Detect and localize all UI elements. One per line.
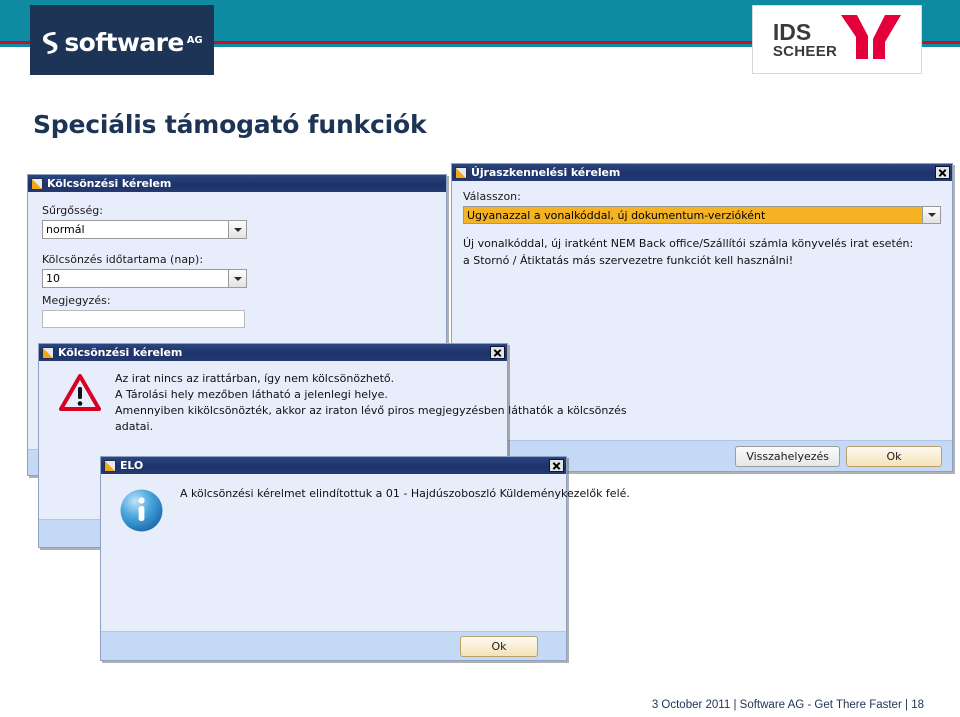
dialog-body: A kölcsönzési kérelmet elindítottuk a 01… xyxy=(101,474,630,545)
screenshot-stage: Kölcsönzési kérelem Sűrgősség: normál Kö… xyxy=(0,155,960,675)
duration-combobox[interactable]: 10 xyxy=(42,269,247,288)
chevron-down-icon xyxy=(233,276,242,281)
urgency-value[interactable]: normál xyxy=(42,220,228,239)
ids-scheer-line1: IDS xyxy=(772,18,812,45)
window-folder-icon xyxy=(455,166,467,179)
dialog-titlebar[interactable]: Kölcsönzési kérelem xyxy=(39,344,507,361)
footer-tagline: Software AG - Get There Faster xyxy=(739,699,902,711)
dialog-titlebar[interactable]: Kölcsönzési kérelem xyxy=(28,175,446,192)
dialog-title-text: Kölcsönzési kérelem xyxy=(58,346,183,359)
rescan-hint-line2: a Stornó / Átiktatás más szervezetre fun… xyxy=(463,253,794,267)
close-icon[interactable] xyxy=(935,166,950,179)
info-circle-icon xyxy=(119,488,164,533)
rescan-choice-value[interactable]: Ugyanazzal a vonalkóddal, új dokumentum-… xyxy=(463,206,922,224)
software-ag-wordmark: software xyxy=(64,28,184,57)
warning-triangle-icon xyxy=(59,374,101,412)
ok-button[interactable]: Ok xyxy=(846,445,942,467)
note-label: Megjegyzés: xyxy=(42,294,111,307)
warning-line-1: Az irat nincs az irattárban, így nem köl… xyxy=(115,372,395,385)
page-title: Speciális támogató funkciók xyxy=(33,110,427,139)
footer-page-number: 18 xyxy=(911,699,924,711)
dialog-body: Az irat nincs az irattárban, így nem köl… xyxy=(39,361,627,445)
chevron-down-icon xyxy=(233,227,242,232)
urgency-label: Sűrgősség: xyxy=(42,204,103,217)
dialog-elo-info[interactable]: ELO A kölcsönzési kérelmet elindítottuk … xyxy=(100,456,630,661)
elo-message: A kölcsönzési kérelmet elindítottuk a 01… xyxy=(180,486,630,502)
window-folder-icon xyxy=(31,177,43,190)
warning-message: Az irat nincs az irattárban, így nem köl… xyxy=(115,371,627,435)
ok-button[interactable]: Ok xyxy=(460,635,538,657)
duration-label: Kölcsönzés időtartama (nap): xyxy=(42,253,204,266)
rescan-hint-line1: Új vonalkóddal, új iratként NEM Back off… xyxy=(463,237,914,250)
footer-separator-1: | xyxy=(733,699,737,711)
rescan-choice-dropdown-button[interactable] xyxy=(922,206,941,224)
dialog-title-text: Újraszkennelési kérelem xyxy=(471,166,621,179)
note-input[interactable] xyxy=(42,310,245,328)
window-folder-icon xyxy=(104,459,116,472)
rescan-choice-combobox[interactable]: Ugyanazzal a vonalkóddal, új dokumentum-… xyxy=(463,206,941,224)
dialog-titlebar[interactable]: Újraszkennelési kérelem xyxy=(452,164,952,181)
urgency-combobox[interactable]: normál xyxy=(42,220,247,239)
window-folder-icon xyxy=(42,346,54,359)
visszahelyezes-button[interactable]: Visszahelyezés xyxy=(735,445,840,467)
dialog-body: Válasszon: Ugyanazzal a vonalkóddal, új … xyxy=(452,181,952,278)
software-ag-logo: software AG xyxy=(30,5,214,75)
dialog-footer: Ok xyxy=(101,631,566,660)
warning-line-2: A Tárolási hely mezőben látható a jelenl… xyxy=(115,387,388,401)
dialog-body: Sűrgősség: normál Kölcsönzés időtartama … xyxy=(28,192,446,340)
ids-scheer-line2: SCHEER xyxy=(772,42,838,60)
slide-footer: 3 October 2011 | Software AG - Get There… xyxy=(652,699,924,711)
close-icon[interactable] xyxy=(490,346,505,359)
warning-line-4: adatai. xyxy=(115,419,154,433)
warning-line-3: Amennyiben kikölcsönözték, akkor az irat… xyxy=(115,403,627,417)
close-icon[interactable] xyxy=(549,459,564,472)
duration-dropdown-button[interactable] xyxy=(228,269,247,288)
elo-message-line: A kölcsönzési kérelmet elindítottuk a 01… xyxy=(180,487,630,500)
ids-scheer-y-mark-icon xyxy=(841,15,902,64)
footer-separator-2: | xyxy=(905,699,908,711)
rescan-hint: Új vonalkóddal, új iratként NEM Back off… xyxy=(463,236,941,269)
ids-scheer-logo: IDS SCHEER xyxy=(752,5,922,74)
dialog-titlebar[interactable]: ELO xyxy=(101,457,566,474)
software-ag-suffix: AG xyxy=(186,35,203,46)
software-ag-mark-icon xyxy=(41,31,58,55)
duration-value[interactable]: 10 xyxy=(42,269,228,288)
dialog-title-text: Kölcsönzési kérelem xyxy=(47,177,172,190)
urgency-dropdown-button[interactable] xyxy=(228,220,247,239)
footer-date: 3 October 2011 xyxy=(651,699,731,711)
dialog-title-text: ELO xyxy=(120,459,144,472)
choose-label: Válasszon: xyxy=(463,190,521,203)
chevron-down-icon xyxy=(927,213,936,217)
